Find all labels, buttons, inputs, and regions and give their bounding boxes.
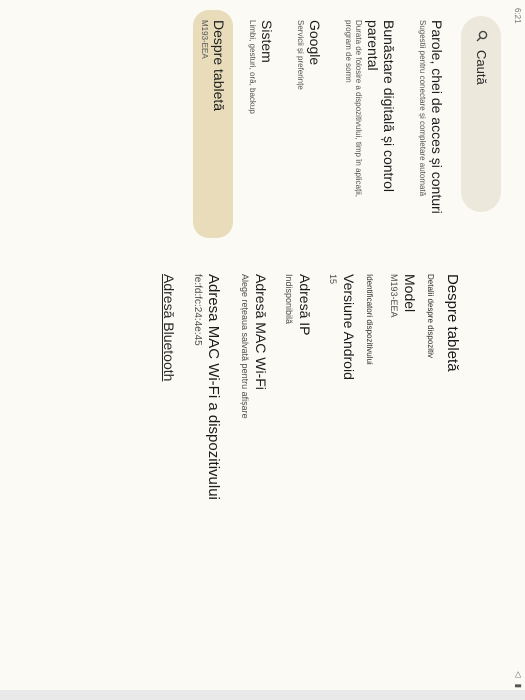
row-device-wifi-mac[interactable]: Adresa MAC Wi-Fi a dispozitivului fe:fd:… [191, 274, 222, 694]
search-icon [476, 30, 489, 42]
status-bar: 6:21 ◁ ▮ [511, 0, 525, 700]
settings-sidebar: Caută Parole, chei de acces și conturi S… [0, 0, 511, 248]
row-value: M193-EEA [389, 274, 399, 318]
row-value: Indisponibilă [284, 274, 294, 325]
sidebar-item-about-tablet[interactable]: Despre tabletă M193-EEA [193, 10, 233, 238]
sidebar-item-title: Despre tabletă [211, 20, 227, 112]
row-title: Model [402, 274, 418, 313]
sidebar-item-digital-wellbeing[interactable]: Bunăstare digitală și control parental D… [337, 10, 403, 238]
row-android-version[interactable]: Versiune Android 15 [327, 274, 357, 694]
sidebar-item-system[interactable]: Sistem Limbi, gesturi, oră, backup [241, 10, 281, 238]
section-header-identifiers: Identificatori dispozitivului [365, 274, 374, 365]
sidebar-item-title: Parole, chei de acces și conturi [429, 20, 445, 214]
sidebar-item-subtitle: Sugestii pentru conectare și completare … [418, 20, 427, 197]
row-title: Adresa MAC Wi-Fi a dispozitivului [205, 274, 222, 500]
row-model[interactable]: Model M193-EEA [388, 274, 418, 694]
row-value: Alege rețeaua salvată pentru afișare [240, 274, 250, 419]
sidebar-item-title: Sistem [259, 20, 275, 63]
sidebar-item-subtitle: M193-EEA [200, 20, 209, 59]
sidebar-item-title: Bunăstare digitală și control parental [365, 20, 397, 192]
status-clock: 6:21 [513, 8, 522, 24]
sidebar-item-subtitle: Servicii și preferințe [296, 20, 305, 90]
row-title: Versiune Android [341, 274, 357, 380]
sidebar-item-subtitle: Limbi, gesturi, oră, backup [248, 20, 257, 114]
section-header-device-details: Detalii despre dispozitiv [426, 274, 435, 359]
status-icons: ◁ ▮ [514, 671, 523, 690]
sidebar-item-subtitle: Durata de folosire a dispozitivului, tim… [344, 20, 363, 197]
detail-list: Detalii despre dispozitiv Model M193-EEA… [147, 274, 435, 694]
row-value: fe:fd:fc:24:4e:45 [192, 274, 203, 346]
row-wifi-mac[interactable]: Adresă MAC Wi-Fi Alege rețeaua salvată p… [239, 274, 269, 694]
sidebar-item-google[interactable]: Google Servicii și preferințe [289, 10, 329, 238]
rotated-screen: 6:21 ◁ ▮ Caută Parole, chei de acces și … [0, 0, 525, 700]
sidebar-item-passwords-accounts[interactable]: Parole, chei de acces și conturi Sugesti… [411, 10, 451, 238]
row-ip-address[interactable]: Adresă IP Indisponibilă [283, 274, 313, 694]
screen-edge [0, 690, 525, 700]
settings-menu: Parole, chei de acces și conturi Sugesti… [185, 10, 451, 238]
sidebar-item-title: Google [307, 20, 323, 66]
row-bluetooth-address[interactable]: Adresă Bluetooth [161, 274, 177, 694]
page-title: Despre tabletă [444, 274, 461, 372]
search-bar[interactable]: Caută [461, 16, 501, 212]
row-title: Adresă Bluetooth [161, 274, 177, 382]
row-title: Adresă IP [297, 274, 313, 336]
about-tablet-panel: Despre tabletă Detalii despre dispozitiv… [0, 262, 511, 700]
search-label: Caută [474, 50, 489, 85]
row-value: 15 [328, 274, 338, 285]
row-title: Adresă MAC Wi-Fi [253, 274, 269, 390]
